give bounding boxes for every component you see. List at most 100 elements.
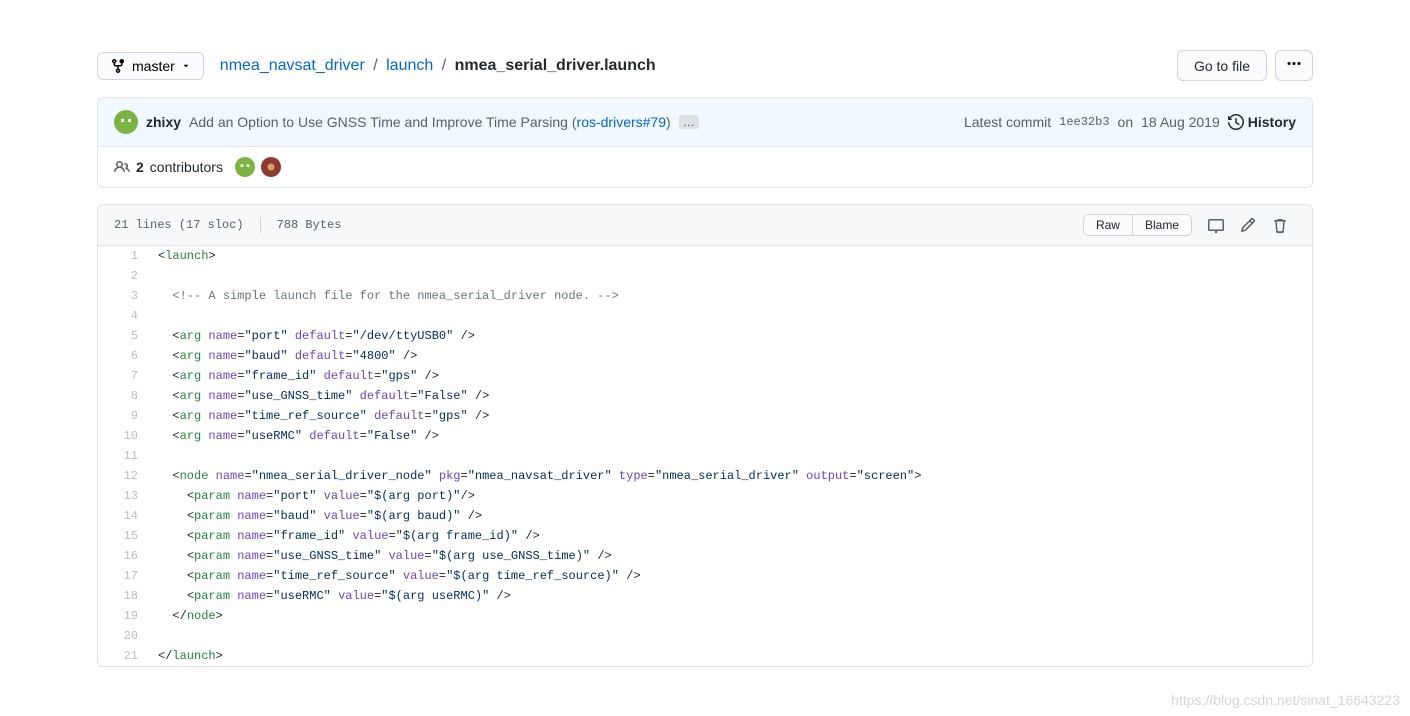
breadcrumb-folder[interactable]: launch (386, 57, 433, 74)
line-number[interactable]: 9 (98, 406, 148, 426)
commit-right: Latest commit 1ee32b3 on 18 Aug 2019 His… (964, 114, 1296, 130)
file-info: 21 lines (17 sloc) 788 Bytes (114, 217, 341, 233)
contributors-bar: 2 contributors (98, 147, 1312, 187)
code-line: 21</launch> (98, 646, 1312, 666)
file-lines: 21 lines (17 sloc) (114, 218, 244, 232)
more-actions-button[interactable] (1275, 50, 1313, 81)
commit-expand-button[interactable]: … (679, 115, 699, 129)
author-avatar[interactable] (114, 110, 138, 134)
caret-down-icon (181, 61, 191, 71)
line-content[interactable]: <arg name="use_GNSS_time" default="False… (148, 386, 1312, 406)
code-line: 3 <!-- A simple launch file for the nmea… (98, 286, 1312, 306)
line-number[interactable]: 17 (98, 566, 148, 586)
display-options-button[interactable] (1200, 213, 1232, 237)
line-number[interactable]: 15 (98, 526, 148, 546)
contributors-label[interactable]: 2 contributors (114, 159, 223, 175)
file-actions: Raw Blame (1083, 213, 1296, 237)
branch-label: master (132, 58, 175, 74)
commit-author[interactable]: zhixy (146, 114, 181, 130)
commit-box: zhixy Add an Option to Use GNSS Time and… (97, 97, 1313, 188)
line-number[interactable]: 18 (98, 586, 148, 606)
line-content[interactable]: <node name="nmea_serial_driver_node" pkg… (148, 466, 1312, 486)
line-number[interactable]: 7 (98, 366, 148, 386)
line-content[interactable] (148, 266, 1312, 286)
line-content[interactable]: </launch> (148, 646, 1312, 666)
branch-select-button[interactable]: master (97, 52, 204, 80)
commit-pr-link[interactable]: ros-drivers#79 (577, 114, 666, 130)
contributors-text: contributors (150, 159, 223, 175)
commit-date-prefix: on (1118, 114, 1134, 130)
line-number[interactable]: 19 (98, 606, 148, 626)
breadcrumb-repo[interactable]: nmea_navsat_driver (220, 57, 365, 74)
commit-message: Add an Option to Use GNSS Time and Impro… (189, 114, 671, 130)
line-number[interactable]: 12 (98, 466, 148, 486)
raw-blame-group: Raw Blame (1083, 214, 1192, 236)
code-line: 7 <arg name="frame_id" default="gps" /> (98, 366, 1312, 386)
commit-message-text: Add an Option to Use GNSS Time and Impro… (189, 114, 577, 130)
line-number[interactable]: 13 (98, 486, 148, 506)
commit-left: zhixy Add an Option to Use GNSS Time and… (114, 110, 699, 134)
go-to-file-button[interactable]: Go to file (1177, 50, 1267, 81)
history-link[interactable]: History (1228, 114, 1296, 130)
history-label: History (1248, 114, 1296, 130)
line-number[interactable]: 5 (98, 326, 148, 346)
avatar-face-icon (238, 160, 252, 174)
line-number[interactable]: 8 (98, 386, 148, 406)
line-content[interactable]: <param name="time_ref_source" value="$(a… (148, 566, 1312, 586)
line-number[interactable]: 1 (98, 246, 148, 266)
line-content[interactable]: <arg name="time_ref_source" default="gps… (148, 406, 1312, 426)
line-content[interactable]: <arg name="baud" default="4800" /> (148, 346, 1312, 366)
latest-commit-label: Latest commit (964, 114, 1051, 130)
delete-button[interactable] (1264, 213, 1296, 237)
code-line: 1<launch> (98, 246, 1312, 266)
code-line: 8 <arg name="use_GNSS_time" default="Fal… (98, 386, 1312, 406)
raw-button[interactable]: Raw (1084, 215, 1132, 235)
breadcrumb-sep: / (442, 57, 446, 74)
line-number[interactable]: 6 (98, 346, 148, 366)
line-content[interactable] (148, 446, 1312, 466)
line-content[interactable]: <arg name="frame_id" default="gps" /> (148, 366, 1312, 386)
line-content[interactable]: <param name="useRMC" value="$(arg useRMC… (148, 586, 1312, 606)
code-line: 12 <node name="nmea_serial_driver_node" … (98, 466, 1312, 486)
line-number[interactable]: 20 (98, 626, 148, 646)
commit-date: 18 Aug 2019 (1141, 114, 1220, 130)
line-number[interactable]: 10 (98, 426, 148, 446)
left-nav: master nmea_navsat_driver / launch / nme… (97, 52, 656, 80)
pencil-icon (1240, 217, 1256, 233)
line-number[interactable]: 3 (98, 286, 148, 306)
line-number[interactable]: 2 (98, 266, 148, 286)
line-content[interactable]: <arg name="useRMC" default="False" /> (148, 426, 1312, 446)
code-line: 20 (98, 626, 1312, 646)
contributor-avatar[interactable] (235, 157, 255, 177)
commit-message-suffix: ) (666, 114, 671, 130)
code-line: 5 <arg name="port" default="/dev/ttyUSB0… (98, 326, 1312, 346)
breadcrumb: nmea_navsat_driver / launch / nmea_seria… (220, 57, 656, 75)
line-content[interactable]: <launch> (148, 246, 1312, 266)
line-content[interactable] (148, 306, 1312, 326)
line-content[interactable]: <param name="frame_id" value="$(arg fram… (148, 526, 1312, 546)
code-line: 13 <param name="port" value="$(arg port)… (98, 486, 1312, 506)
code-line: 17 <param name="time_ref_source" value="… (98, 566, 1312, 586)
code-line: 2 (98, 266, 1312, 286)
line-number[interactable]: 21 (98, 646, 148, 666)
line-content[interactable]: <arg name="port" default="/dev/ttyUSB0" … (148, 326, 1312, 346)
edit-button[interactable] (1232, 213, 1264, 237)
line-number[interactable]: 16 (98, 546, 148, 566)
trash-icon (1272, 217, 1288, 233)
code-line: 11 (98, 446, 1312, 466)
line-content[interactable]: </node> (148, 606, 1312, 626)
contributors-count: 2 (136, 159, 144, 175)
line-content[interactable]: <param name="use_GNSS_time" value="$(arg… (148, 546, 1312, 566)
line-number[interactable]: 4 (98, 306, 148, 326)
line-content[interactable]: <param name="baud" value="$(arg baud)" /… (148, 506, 1312, 526)
commit-sha[interactable]: 1ee32b3 (1059, 115, 1109, 129)
line-content[interactable]: <param name="port" value="$(arg port)"/> (148, 486, 1312, 506)
contributor-avatar[interactable] (261, 157, 281, 177)
line-content[interactable] (148, 626, 1312, 646)
line-number[interactable]: 11 (98, 446, 148, 466)
line-content[interactable]: <!-- A simple launch file for the nmea_s… (148, 286, 1312, 306)
code-line: 18 <param name="useRMC" value="$(arg use… (98, 586, 1312, 606)
blame-button[interactable]: Blame (1132, 215, 1191, 235)
line-number[interactable]: 14 (98, 506, 148, 526)
code-line: 15 <param name="frame_id" value="$(arg f… (98, 526, 1312, 546)
